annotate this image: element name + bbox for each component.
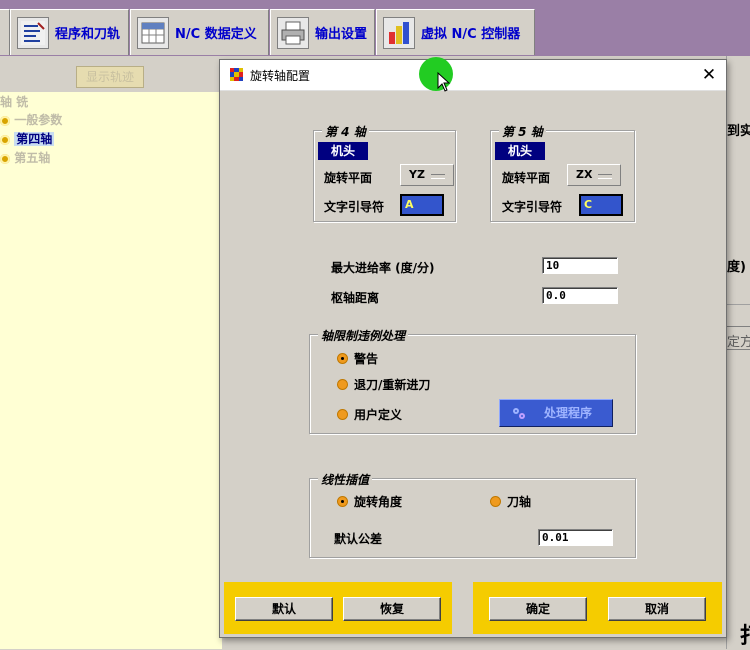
axis4-leader-field[interactable]: A	[400, 194, 444, 216]
radio-label: 警告	[354, 352, 379, 366]
footer-left-panel: 默认 恢复	[224, 582, 452, 634]
axis4-type-badge: 机头	[318, 142, 368, 160]
radio-label: 刀轴	[507, 495, 532, 509]
virtual-controller-icon	[383, 16, 415, 49]
axis4-plane-label: 旋转平面	[324, 171, 373, 185]
group-title: 轴限制违例处理	[318, 327, 409, 344]
tree-item-fifth-axis[interactable]: 第五轴	[0, 149, 50, 167]
max-feed-input[interactable]: 10	[542, 257, 618, 274]
app-icon	[230, 68, 243, 81]
close-icon[interactable]: ✕	[698, 64, 720, 86]
radio-label: 用户定义	[354, 408, 403, 422]
left-tree-panel: 显示轨迹 轴 铣 一般参数 第四轴 第五轴	[0, 56, 223, 649]
tree-item-label: 第四轴	[14, 132, 55, 146]
axis4-group: 第 4 轴 机头 旋转平面 YZ 文字引导符 A	[313, 123, 456, 222]
tolerance-label: 默认公差	[334, 532, 383, 546]
tab-virtual-nc-controller[interactable]: 虚拟 N/C 控制器	[376, 9, 535, 55]
background-text: 打	[740, 618, 750, 650]
tab-label: N/C 数据定义	[175, 27, 257, 42]
tab-label: 虚拟 N/C 控制器	[421, 27, 521, 42]
tab-partial[interactable]	[0, 9, 10, 55]
axis5-group: 第 5 轴 机头 旋转平面 ZX 文字引导符 C	[490, 123, 635, 222]
handler-button[interactable]: 处理程序	[499, 399, 613, 427]
tree-item-axis-mill[interactable]: 轴 铣	[0, 93, 28, 111]
axis5-plane-label: 旋转平面	[502, 171, 551, 185]
select-value: ZX	[576, 168, 593, 181]
mouse-pointer-icon	[437, 72, 451, 92]
tolerance-input[interactable]: 0.01	[538, 529, 613, 546]
radio-rotation-angle[interactable]	[338, 497, 347, 506]
radio-label: 退刀/重新进刀	[354, 378, 431, 392]
axis5-type-badge: 机头	[495, 142, 545, 160]
default-button[interactable]: 默认	[235, 597, 333, 621]
axis4-leader-label: 文字引导符	[324, 200, 385, 214]
gear-icon	[0, 115, 10, 126]
handler-button-label: 处理程序	[544, 406, 593, 420]
rotary-axis-config-dialog: 旋转轴配置 ✕ 第 4 轴 机头 旋转平面 YZ 文字引导符 A 第 5 轴 机…	[219, 59, 727, 638]
show-toolpath-button[interactable]: 显示轨迹	[76, 66, 144, 88]
background-text: 度)	[727, 260, 746, 275]
left-panel-header: 显示轨迹	[0, 56, 222, 92]
divider	[726, 304, 750, 305]
printer-icon	[277, 16, 309, 49]
axis5-leader-label: 文字引导符	[502, 200, 563, 214]
radio-label: 旋转角度	[354, 495, 403, 509]
linear-interpolation-group: 线性插值 旋转角度 刀轴 默认公差 0.01	[309, 471, 636, 558]
dropdown-indicator-icon	[598, 174, 612, 179]
gear-icon	[0, 153, 10, 164]
radio-tool-axis[interactable]	[491, 497, 500, 506]
limit-violation-group: 轴限制违例处理 警告 退刀/重新进刀 用户定义 处理程序	[309, 327, 636, 434]
axis5-plane-select[interactable]: ZX	[567, 164, 621, 186]
group-title: 线性插值	[318, 471, 373, 488]
group-title: 第 4 轴	[322, 123, 369, 140]
background-text: 到实	[727, 124, 750, 139]
restore-button[interactable]: 恢复	[343, 597, 441, 621]
dialog-titlebar[interactable]: 旋转轴配置 ✕	[220, 60, 726, 91]
nc-data-table-icon	[137, 16, 169, 49]
tree-item-label: 轴 铣	[0, 95, 29, 109]
cancel-button[interactable]: 取消	[608, 597, 706, 621]
tab-label: 程序和刀轨	[55, 27, 121, 42]
gears-icon	[513, 408, 525, 419]
ok-button[interactable]: 确定	[489, 597, 587, 621]
axis4-plane-select[interactable]: YZ	[400, 164, 454, 186]
gear-icon	[0, 134, 10, 145]
tab-label: 输出设置	[315, 27, 368, 42]
tree-item-label: 一般参数	[14, 113, 63, 127]
radio-retract-reengage[interactable]	[338, 380, 347, 389]
tree-item-general-params[interactable]: 一般参数	[0, 111, 62, 129]
pivot-distance-input[interactable]: 0.0	[542, 287, 618, 304]
max-feed-label: 最大进给率 (度/分)	[331, 261, 435, 275]
dialog-title: 旋转轴配置	[250, 69, 311, 83]
pivot-distance-label: 枢轴距离	[331, 291, 380, 305]
footer-right-panel: 确定 取消	[473, 582, 722, 634]
tab-output-settings[interactable]: 输出设置	[270, 9, 375, 55]
top-tab-bar: 程序和刀轨 N/C 数据定义 输出设置 虚拟 N/C 控制器	[0, 0, 750, 57]
program-toolpath-icon	[17, 16, 49, 49]
group-title: 第 5 轴	[499, 123, 546, 140]
background-text: 定方	[727, 335, 750, 350]
radio-warning[interactable]	[338, 354, 347, 363]
axis5-leader-field[interactable]: C	[579, 194, 623, 216]
radio-user-defined[interactable]	[338, 410, 347, 419]
tree-item-label: 第五轴	[14, 151, 51, 165]
select-value: YZ	[409, 168, 425, 181]
dropdown-indicator-icon	[431, 174, 445, 179]
tree-item-fourth-axis[interactable]: 第四轴	[0, 130, 55, 148]
tab-nc-data-definition[interactable]: N/C 数据定义	[130, 9, 269, 55]
tab-program-toolpath[interactable]: 程序和刀轨	[10, 9, 129, 55]
